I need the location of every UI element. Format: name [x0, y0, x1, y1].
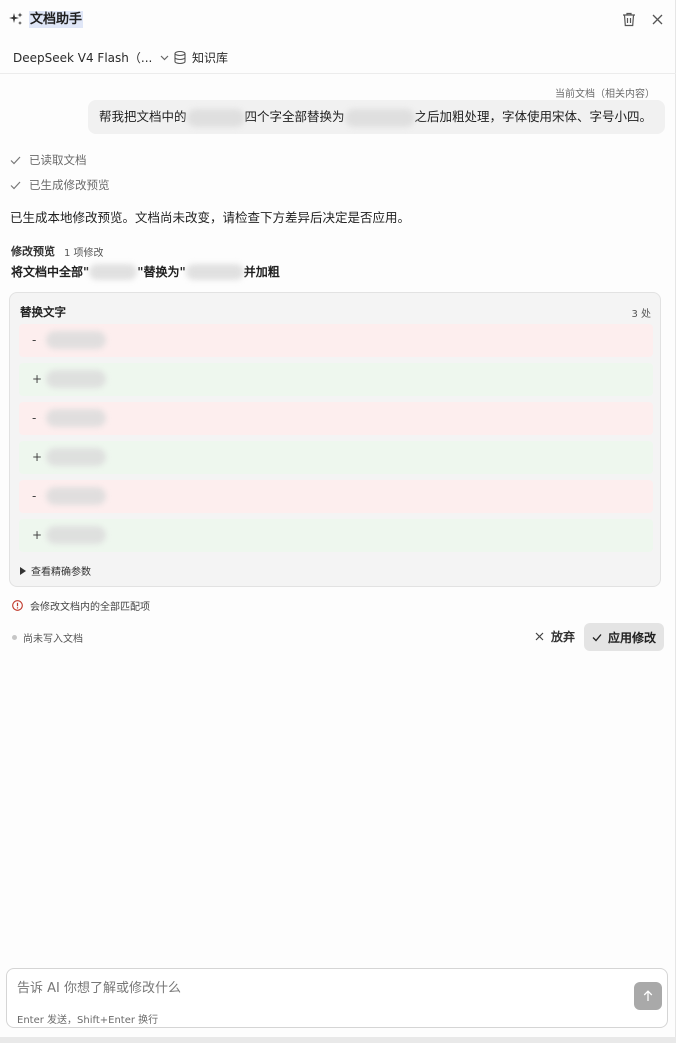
diff-card-count: 3 处 — [631, 309, 651, 320]
warning-text: 会修改文档内的全部匹配项 — [30, 602, 150, 613]
redacted-text — [46, 409, 106, 427]
panel-header: 文档助手 — [0, 0, 676, 40]
redacted-text — [46, 370, 106, 388]
discard-label: 放弃 — [551, 629, 576, 644]
composer-hint: Enter 发送，Shift+Enter 换行 — [17, 1015, 159, 1026]
write-status: 尚未写入文档 — [12, 630, 83, 645]
warning-note: 会修改文档内的全部匹配项 — [12, 598, 150, 613]
exact-params-toggle[interactable]: 查看精确参数 — [20, 563, 91, 578]
diff-row-removed: - — [19, 402, 653, 435]
diff-row-removed: - — [19, 480, 653, 513]
close-icon — [535, 632, 544, 640]
check-icon — [10, 181, 21, 189]
preview-label: 修改预览 — [11, 245, 55, 258]
diff-row-added: + — [19, 441, 653, 474]
apply-changes-button[interactable]: 应用修改 — [584, 623, 664, 651]
diff-card-heading: 替换文字 — [20, 305, 66, 319]
send-button[interactable] — [634, 982, 662, 1010]
discard-button[interactable]: 放弃 — [530, 625, 580, 647]
diff-sign: - — [32, 489, 37, 503]
diff-card: 替换文字 3 处 - + - + - + 查看精确参数 — [9, 292, 661, 587]
diff-sign: + — [32, 450, 43, 464]
redacted-text — [185, 263, 244, 280]
user-message-part2: 四个字全部替换为 — [244, 109, 345, 124]
preview-title-part2: "替换为" — [137, 265, 186, 279]
model-select[interactable]: DeepSeek V4 Flash（... — [13, 47, 169, 67]
panel-toolbar: DeepSeek V4 Flash（... 知识库 — [0, 40, 676, 74]
assistant-panel: 文档助手 DeepSeek V4 Flash（... 知识库 当前文档（相关内容… — [0, 0, 676, 1043]
model-label: DeepSeek V4 Flash（... — [13, 50, 153, 65]
sparkle-icon — [9, 12, 23, 25]
write-status-text: 尚未写入文档 — [23, 634, 83, 645]
alert-circle-icon — [12, 600, 23, 611]
knowledge-base-button[interactable]: 知识库 — [174, 47, 228, 67]
preview-title-part1: 将文档中全部" — [11, 265, 90, 279]
diff-sign: + — [32, 528, 43, 542]
exact-params-label: 查看精确参数 — [31, 567, 91, 578]
close-icon[interactable] — [651, 13, 664, 26]
database-icon — [174, 50, 186, 64]
redacted-text — [89, 263, 138, 280]
context-tag: 当前文档（相关内容） — [555, 89, 655, 100]
diff-row-removed: - — [19, 324, 653, 357]
assistant-summary: 已生成本地修改预览。文档尚未改变，请检查下方差异后决定是否应用。 — [10, 210, 411, 225]
diff-sign: - — [32, 333, 37, 347]
preview-title-part3: 并加粗 — [243, 265, 280, 279]
user-message: 帮我把文档中的 四个字全部替换为 之后加粗处理，字体使用宋体、字号小四。 — [88, 100, 665, 134]
message-composer: Enter 发送，Shift+Enter 换行 — [6, 968, 668, 1028]
check-icon — [10, 156, 21, 164]
redacted-text — [46, 526, 106, 544]
bottom-edge — [0, 1037, 676, 1043]
knowledge-base-label: 知识库 — [192, 50, 229, 65]
diff-row-added: + — [19, 363, 653, 396]
user-message-part3: 之后加粗处理，字体使用宋体、字号小四。 — [414, 109, 653, 124]
preview-count: 1 项修改 — [64, 248, 104, 259]
redacted-text — [344, 108, 415, 127]
panel-title: 文档助手 — [29, 11, 84, 28]
redacted-text — [186, 108, 245, 127]
step-read-document: 已读取文档 — [10, 152, 87, 168]
check-icon — [592, 633, 602, 641]
chevron-down-icon — [160, 55, 169, 60]
apply-label: 应用修改 — [607, 630, 656, 645]
redacted-text — [46, 487, 106, 505]
preview-title: 将文档中全部" "替换为" 并加粗 — [11, 263, 280, 280]
redacted-text — [46, 448, 106, 466]
diff-row-added: + — [19, 519, 653, 552]
triangle-right-icon — [20, 566, 26, 575]
arrow-up-icon — [643, 990, 653, 1001]
step-generate-preview: 已生成修改预览 — [10, 177, 110, 193]
diff-sign: + — [32, 372, 43, 386]
user-message-part1: 帮我把文档中的 — [99, 109, 187, 124]
step-label: 已生成修改预览 — [29, 178, 110, 192]
message-input[interactable] — [17, 979, 617, 997]
step-label: 已读取文档 — [29, 153, 87, 167]
status-dot — [12, 635, 17, 640]
trash-icon[interactable] — [622, 12, 636, 27]
diff-sign: - — [32, 411, 37, 425]
redacted-text — [46, 331, 106, 349]
